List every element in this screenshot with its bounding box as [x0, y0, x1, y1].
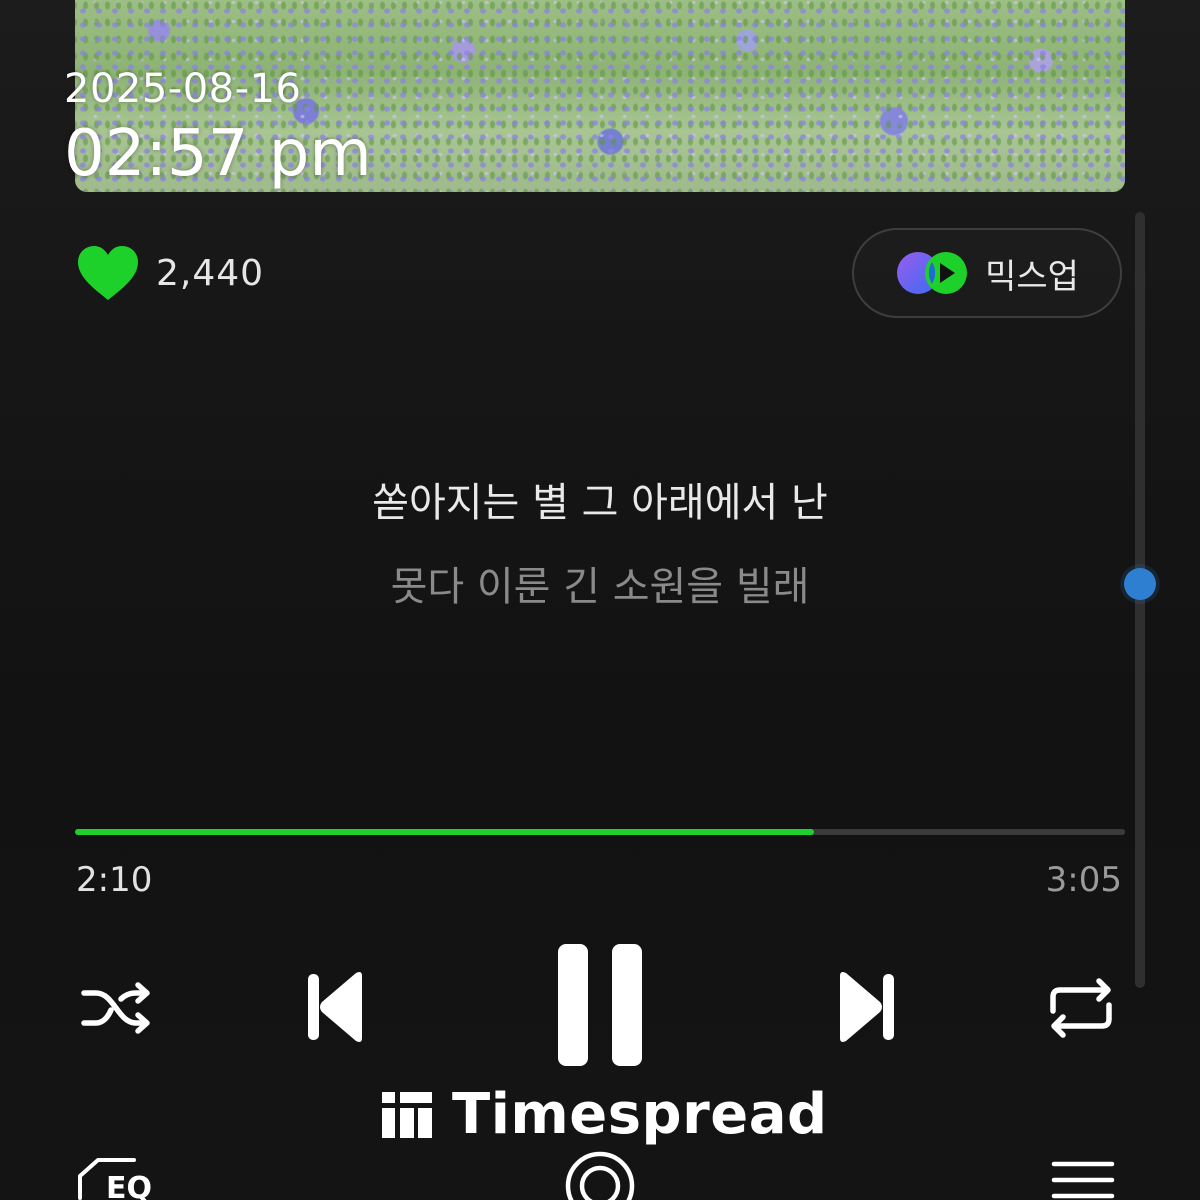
- previous-button[interactable]: [290, 962, 380, 1052]
- shuffle-icon: [81, 982, 150, 1034]
- playlist-button[interactable]: [1050, 1160, 1116, 1200]
- pause-button[interactable]: [548, 940, 652, 1070]
- timespread-logo-icon: [382, 1091, 432, 1138]
- next-button[interactable]: [822, 962, 912, 1052]
- repeat-icon: [1050, 978, 1112, 1038]
- heart-icon[interactable]: [76, 244, 140, 302]
- repeat-button[interactable]: [1036, 968, 1126, 1048]
- progress-bar[interactable]: [75, 829, 1125, 835]
- cast-icon: [565, 1151, 635, 1200]
- cast-button[interactable]: [562, 1150, 638, 1200]
- eq-button[interactable]: EQ: [76, 1150, 166, 1200]
- player-screen: 2025-08-16 02:57 pm 2,440 믹스업 쏟아지는 별 그 아…: [0, 0, 1200, 1200]
- eq-label: EQ: [106, 1171, 152, 1200]
- mixup-button[interactable]: 믹스업: [852, 228, 1122, 318]
- playlist-icon: [1051, 1161, 1115, 1199]
- pause-icon: [558, 944, 642, 1066]
- progress-fill: [75, 829, 815, 835]
- mixup-icon: [897, 252, 968, 294]
- watermark-text: Timespread: [452, 1082, 828, 1147]
- total-time: 3:05: [1045, 860, 1122, 900]
- watermark: Timespread: [382, 1082, 828, 1147]
- next-icon: [840, 972, 894, 1042]
- overlay-date: 2025-08-16: [64, 66, 302, 112]
- eq-icon: EQ: [78, 1158, 152, 1200]
- shuffle-button[interactable]: [72, 968, 162, 1048]
- overlay-time: 02:57 pm: [64, 117, 372, 191]
- previous-icon: [308, 972, 362, 1042]
- like-group[interactable]: 2,440: [76, 244, 264, 302]
- lyric-current[interactable]: 쏟아지는 별 그 아래에서 난: [0, 470, 1200, 528]
- like-count: 2,440: [156, 252, 265, 294]
- current-time: 2:10: [76, 860, 153, 900]
- lyric-next[interactable]: 못다 이룬 긴 소원을 빌래: [0, 554, 1200, 612]
- mixup-label: 믹스업: [985, 256, 1079, 297]
